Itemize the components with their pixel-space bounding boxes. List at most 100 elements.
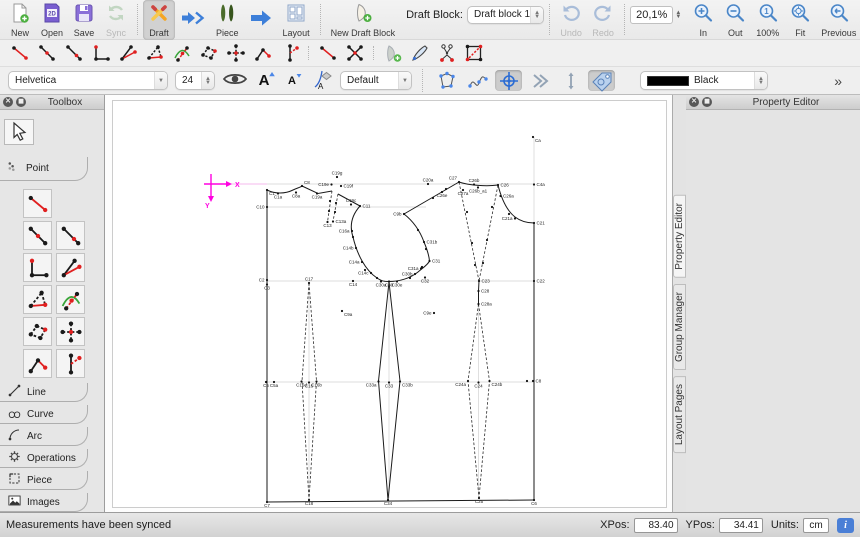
line-style-stepper[interactable]: ▼ [398, 72, 411, 89]
toolbox-tool-p-seg[interactable] [23, 189, 52, 218]
point-tool-p-perp[interactable] [87, 42, 114, 64]
svg-text:C27a: C27a [458, 191, 469, 196]
tag-button[interactable] [588, 70, 615, 91]
font-size-spinner[interactable]: 24 ▲▼ [175, 71, 215, 90]
redo-button[interactable]: Redo [587, 0, 619, 40]
zoom-out-button[interactable]: Out [719, 0, 751, 40]
line-style-select[interactable]: Default ▼ [340, 71, 412, 90]
zoom-percent-value: 20,1% [636, 9, 667, 21]
toolbox-section-line[interactable]: Line [0, 383, 88, 402]
toolbox-tool-p-vline[interactable] [56, 349, 85, 378]
varrow-button[interactable] [557, 70, 584, 91]
zoom-percent-stepper[interactable]: ▲▼ [675, 11, 681, 19]
point-tool-p-poly[interactable] [195, 42, 222, 64]
toolbar-separator [320, 4, 321, 35]
svg-text:C32: C32 [421, 279, 430, 284]
panel-tab-layout-pages[interactable]: Layout Pages [673, 376, 686, 453]
layout-button[interactable]: Layout [278, 0, 315, 40]
toolbox-tool-p-poly[interactable] [23, 317, 52, 346]
svg-text:C25: C25 [475, 499, 484, 504]
origin-axis: XY [204, 174, 240, 210]
point-tool-pc-orn[interactable] [433, 42, 460, 64]
point-tool-pc-add[interactable] [379, 42, 406, 64]
toolbox-section-point[interactable]: Point [0, 157, 88, 181]
toolbox-tool-p-curve-x[interactable] [56, 285, 85, 314]
units-label: Units: [771, 519, 799, 531]
color-stepper[interactable]: ▲▼ [754, 72, 767, 89]
point-tool-p-seg[interactable] [6, 42, 33, 64]
format-overflow-chevron[interactable]: » [830, 73, 846, 89]
point-tools-icons [6, 42, 487, 64]
toolbox-float-icon[interactable]: ◼ [16, 97, 26, 107]
zoom-fit-button[interactable]: Fit [784, 0, 816, 40]
point-tool-pc-pen[interactable] [406, 42, 433, 64]
point-tool-p-seg-mid2[interactable] [60, 42, 87, 64]
svg-text:C14b: C14b [343, 246, 354, 251]
label-curve-icon[interactable]: A [311, 68, 333, 93]
draft-button[interactable]: Draft [143, 0, 175, 40]
format-toggle-buttons [433, 70, 615, 91]
point-tool-p-tri[interactable] [141, 42, 168, 64]
svg-text:C21a: C21a [502, 216, 513, 221]
svg-text:C14: C14 [349, 282, 358, 287]
toolbox-section-arc[interactable]: Arc [0, 427, 88, 446]
chevrons-button[interactable] [526, 70, 553, 91]
curve-node-button[interactable] [464, 70, 491, 91]
toolbox-tool-p-perp[interactable] [23, 253, 52, 282]
save-button[interactable]: Save [68, 0, 100, 40]
point-tool-pc-square[interactable] [460, 42, 487, 64]
point-tool-p-vline[interactable] [276, 42, 303, 64]
toolbox-tool-p-angle2[interactable] [23, 349, 52, 378]
toolbox-section-curve[interactable]: Curve [0, 405, 88, 424]
toolbox-tool-p-seg-mid[interactable] [23, 221, 52, 250]
toolbox-tool-p-cross[interactable] [56, 317, 85, 346]
zoom-percent-field[interactable]: 20,1% [630, 6, 673, 24]
point-tool-p-seg-mid[interactable] [33, 42, 60, 64]
draft-block-select[interactable]: Draft block 1 ▲▼ [467, 6, 544, 24]
toolbox-tool-p-angle[interactable] [56, 253, 85, 282]
draft-canvas[interactable]: C1C1aC8aC8C19aC19eC19gC19fC19cC13C13aC10… [105, 95, 672, 512]
zoom-in-button[interactable]: In [687, 0, 719, 40]
panel-tab-group-manager[interactable]: Group Manager [673, 284, 686, 370]
point-tool-p-curve-x[interactable] [168, 42, 195, 64]
svg-text:C28a: C28a [481, 302, 492, 307]
color-select[interactable]: Black ▲▼ [640, 71, 768, 90]
sync-button[interactable]: Sync [100, 0, 132, 40]
toolbox-section-images[interactable]: Images [0, 493, 88, 512]
toolbox-tool-p-tri[interactable] [23, 285, 52, 314]
svg-text:X: X [235, 182, 240, 189]
zoom-previous-button[interactable]: Previous [816, 0, 860, 40]
point-tool-p-angle[interactable] [114, 42, 141, 64]
layout-icon [285, 2, 307, 27]
font-increase-icon[interactable]: A [255, 68, 277, 93]
font-family-stepper[interactable]: ▼ [154, 72, 167, 89]
panel-tab-property-editor[interactable]: Property Editor [673, 195, 686, 278]
font-family-select[interactable]: Helvetica ▼ [8, 71, 168, 90]
toolbox-close-icon[interactable]: ✕ [3, 97, 13, 107]
toolbox-section-piece[interactable]: Piece [0, 471, 88, 490]
arrow-cursor-tool[interactable] [4, 119, 34, 145]
point-tool-p-seg2[interactable] [314, 42, 341, 64]
pattern-drawing[interactable]: C1C1aC8aC8C19aC19eC19gC19fC19cC13C13aC10… [105, 95, 672, 512]
point-tool-p-xcross[interactable] [341, 42, 368, 64]
poly-node-button[interactable] [433, 70, 460, 91]
font-decrease-icon[interactable]: A [284, 68, 304, 93]
crosshair-button[interactable] [495, 70, 522, 91]
undo-button[interactable]: Undo [555, 0, 587, 40]
toolbox-tool-p-seg-mid2[interactable] [56, 221, 85, 250]
property-editor-float-icon[interactable]: ◼ [702, 97, 712, 107]
svg-text:C3: C3 [264, 286, 270, 291]
zoom-100--button[interactable]: 1100% [751, 0, 784, 40]
visibility-eye-icon[interactable] [222, 70, 248, 91]
open-button[interactable]: 2DOpen [36, 0, 68, 40]
draft-block-stepper[interactable]: ▲▼ [530, 7, 543, 23]
point-tool-p-cross[interactable] [222, 42, 249, 64]
new-button[interactable]: New [4, 0, 36, 40]
font-size-stepper[interactable]: ▲▼ [201, 72, 214, 89]
toolbox-section-operations[interactable]: Operations [0, 449, 88, 468]
info-button[interactable]: i [837, 518, 854, 533]
point-tool-p-angle2[interactable] [249, 42, 276, 64]
piece-button[interactable]: Piece [211, 0, 244, 40]
property-editor-close-icon[interactable]: ✕ [689, 97, 699, 107]
new-draft-block-button[interactable]: New Draft Block [326, 0, 401, 40]
